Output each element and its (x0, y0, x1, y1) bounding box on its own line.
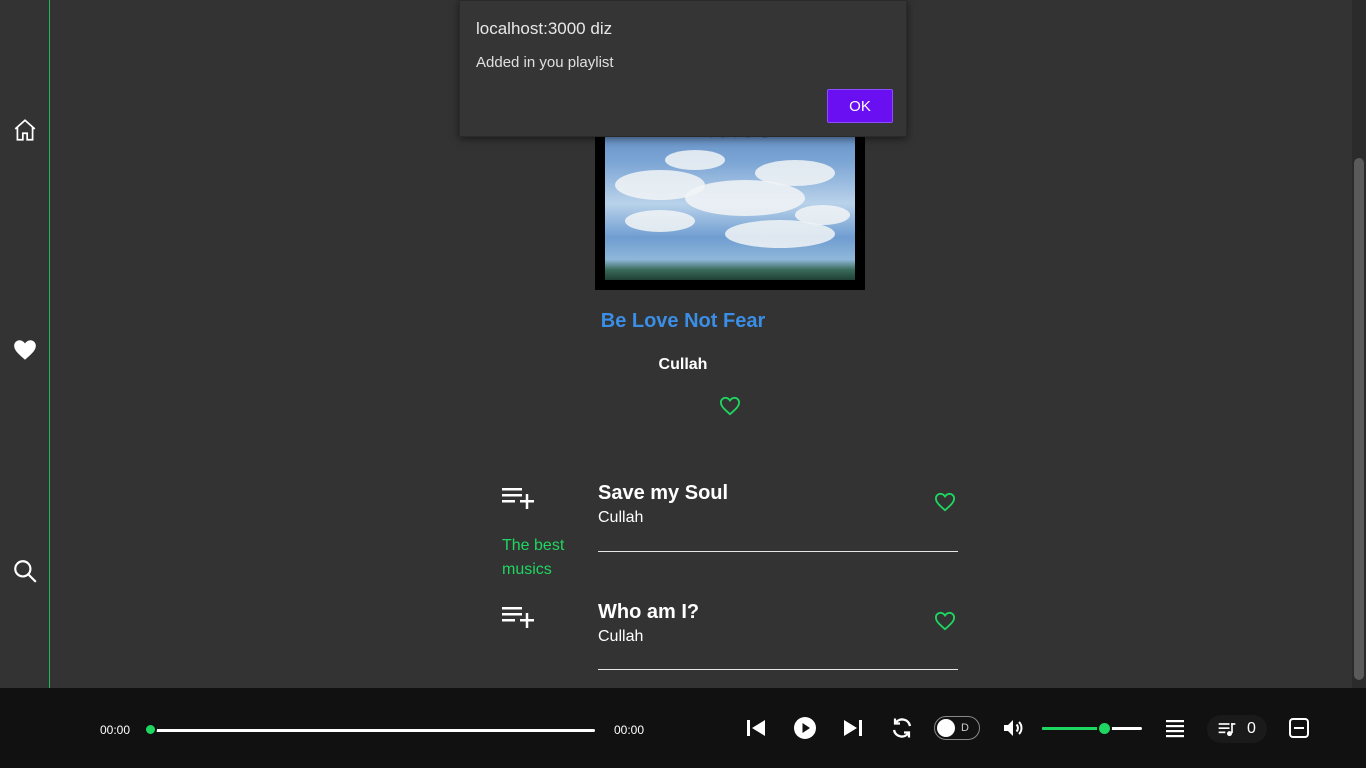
queue-music-icon (1218, 723, 1236, 737)
album-like-heart-icon[interactable] (719, 396, 741, 416)
dialog-origin: localhost:3000 diz (476, 19, 613, 38)
track-name[interactable]: Who am I? (598, 601, 699, 624)
list-icon[interactable] (1163, 716, 1187, 740)
track-like-heart-icon[interactable] (934, 611, 956, 631)
queue-count: 0 (1247, 720, 1256, 737)
volume-knob[interactable] (1097, 721, 1112, 736)
track-artist: Cullah (598, 509, 644, 526)
track-row: The best musics Save my Soul Cullah (502, 482, 958, 578)
search-icon[interactable] (12, 558, 38, 584)
album-artist: Cullah (658, 356, 708, 373)
dialog-message: Added in you playlist (476, 54, 614, 71)
track-divider (598, 551, 958, 552)
page-scrollbar[interactable] (1352, 0, 1366, 688)
track-artist: Cullah (598, 628, 644, 645)
track-row: Who am I? Cullah (502, 601, 958, 671)
play-icon[interactable] (793, 716, 817, 740)
scrollbar-thumb[interactable] (1354, 158, 1364, 680)
album-cover: M.C.CULLAH (595, 110, 865, 290)
previous-track-icon[interactable] (744, 716, 768, 740)
progress-bar[interactable] (150, 729, 595, 732)
volume-slider[interactable] (1042, 727, 1142, 730)
minimize-player-icon[interactable] (1287, 716, 1311, 740)
current-time: 00:00 (100, 723, 131, 737)
track-name[interactable]: Save my Soul (598, 482, 728, 505)
sidebar (0, 0, 50, 688)
add-to-playlist-icon[interactable] (502, 486, 536, 510)
dialog-ok-button[interactable]: OK (827, 89, 893, 123)
mode-toggle[interactable]: D (934, 716, 980, 740)
volume-icon[interactable] (1001, 716, 1025, 740)
track-divider (598, 669, 958, 670)
repeat-icon[interactable] (890, 716, 914, 740)
next-track-icon[interactable] (841, 716, 865, 740)
player-bar: 00:00 00:00 D 0 (0, 688, 1366, 768)
album-title: Be Love Not Fear (600, 310, 766, 332)
home-icon[interactable] (12, 117, 38, 143)
playlist-tag[interactable]: The best musics (502, 534, 582, 582)
total-time: 00:00 (614, 723, 645, 737)
track-like-heart-icon[interactable] (934, 492, 956, 512)
toggle-label: D (961, 722, 969, 734)
toggle-knob (937, 719, 955, 737)
add-to-playlist-icon[interactable] (502, 605, 536, 629)
queue-button[interactable]: 0 (1207, 715, 1267, 743)
volume-fill (1042, 727, 1105, 730)
progress-knob[interactable] (144, 723, 157, 736)
alert-dialog: localhost:3000 diz Added in you playlist… (459, 0, 907, 137)
